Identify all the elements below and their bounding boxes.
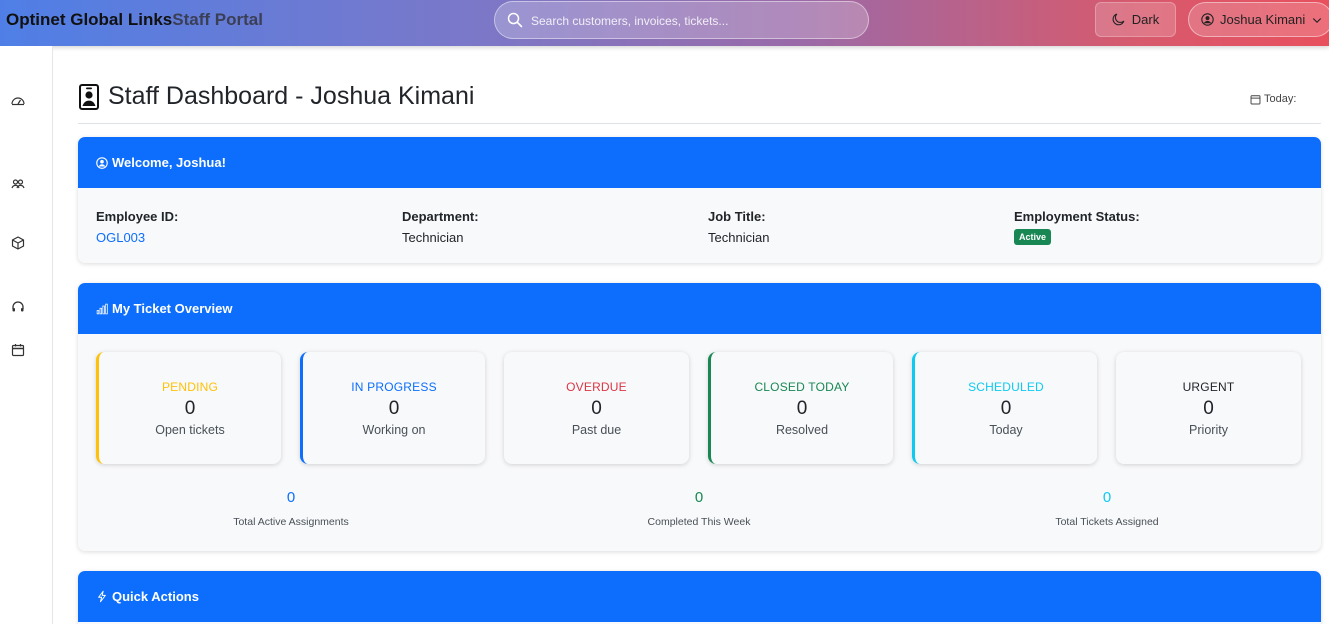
welcome-card: Welcome, Joshua! Employee ID: OGL003 Dep… bbox=[78, 137, 1321, 263]
stat-title: OVERDUE bbox=[566, 380, 627, 394]
stat-subtitle: Open tickets bbox=[155, 423, 225, 437]
headset-icon[interactable] bbox=[10, 299, 26, 315]
summary-label: Completed This Week bbox=[647, 516, 751, 528]
ticket-overview-heading: My Ticket Overview bbox=[112, 301, 233, 316]
brand-subtitle: Staff Portal bbox=[172, 10, 263, 29]
summary-value: 0 bbox=[694, 489, 704, 506]
summary-value: 0 bbox=[1102, 489, 1112, 506]
brand[interactable]: Optinet Global LinksStaff Portal bbox=[6, 10, 263, 30]
department-value: Technician bbox=[402, 230, 464, 245]
page-title: Staff Dashboard - Joshua Kimani bbox=[79, 82, 474, 111]
stat-value: 0 bbox=[184, 398, 196, 419]
search-icon bbox=[507, 12, 523, 28]
calendar-icon bbox=[1250, 94, 1261, 104]
moon-icon bbox=[1112, 13, 1125, 26]
user-circle-icon bbox=[1201, 13, 1214, 26]
job-title-label: Job Title: bbox=[708, 209, 766, 224]
stat-subtitle: Today bbox=[989, 423, 1023, 437]
stat-value: 0 bbox=[1000, 398, 1012, 419]
status-badge: Active bbox=[1014, 229, 1052, 245]
in-progress-stat-card[interactable]: IN PROGRESS 0 Working on bbox=[300, 352, 485, 464]
title-divider bbox=[78, 123, 1321, 124]
closed-today-stat-card[interactable]: CLOSED TODAY 0 Resolved bbox=[708, 352, 893, 464]
summary-value: 0 bbox=[286, 489, 296, 506]
summary-label: Total Tickets Assigned bbox=[1055, 516, 1159, 528]
employee-id-field: Employee ID: OGL003 bbox=[96, 209, 178, 245]
summary-label: Total Active Assignments bbox=[233, 516, 349, 528]
search-bar bbox=[494, 1, 869, 39]
quick-actions-heading: Quick Actions bbox=[112, 589, 199, 604]
box-icon[interactable] bbox=[10, 235, 26, 251]
top-navbar: Optinet Global LinksStaff Portal Dark Jo… bbox=[0, 0, 1329, 46]
total-tickets-assigned: 0 Total Tickets Assigned bbox=[1007, 489, 1207, 528]
chevron-down-icon bbox=[1313, 17, 1322, 23]
stat-subtitle: Priority bbox=[1189, 423, 1228, 437]
stat-title: URGENT bbox=[1182, 380, 1235, 394]
quick-actions-header: Quick Actions bbox=[78, 571, 1321, 622]
page-title-text: Staff Dashboard - Joshua Kimani bbox=[108, 82, 475, 110]
employment-status-field: Employment Status: Active bbox=[1014, 209, 1140, 245]
dark-mode-label: Dark bbox=[1131, 12, 1160, 27]
stat-subtitle: Past due bbox=[571, 423, 622, 437]
sidebar bbox=[0, 46, 53, 624]
brand-name: Optinet Global Links bbox=[6, 10, 173, 29]
stat-subtitle: Resolved bbox=[775, 423, 829, 437]
user-menu-button[interactable]: Joshua Kimani bbox=[1188, 2, 1329, 37]
person-badge-icon bbox=[79, 83, 99, 110]
user-name: Joshua Kimani bbox=[1220, 12, 1306, 27]
stat-value: 0 bbox=[591, 398, 602, 419]
calendar-icon[interactable] bbox=[10, 342, 26, 358]
job-title-field: Job Title: Technician bbox=[708, 209, 769, 245]
job-title-value: Technician bbox=[708, 230, 770, 245]
department-label: Department: bbox=[402, 209, 479, 224]
scheduled-stat-card[interactable]: SCHEDULED 0 Today bbox=[912, 352, 1097, 464]
bar-chart-icon bbox=[96, 303, 108, 314]
stat-title: PENDING bbox=[161, 380, 219, 394]
stat-title: SCHEDULED bbox=[968, 380, 1044, 394]
speedometer-icon[interactable] bbox=[10, 93, 26, 109]
employee-id-value[interactable]: OGL003 bbox=[96, 230, 178, 245]
dark-mode-button[interactable]: Dark bbox=[1095, 2, 1176, 37]
stat-value: 0 bbox=[796, 398, 808, 419]
ticket-overview-card: My Ticket Overview PENDING 0 Open ticket… bbox=[78, 283, 1321, 551]
department-field: Department: Technician bbox=[402, 209, 479, 245]
stat-value: 0 bbox=[388, 398, 400, 419]
welcome-heading: Welcome, Joshua! bbox=[112, 155, 226, 170]
employee-id-label: Employee ID: bbox=[96, 209, 179, 224]
today-date: Today: bbox=[1250, 93, 1296, 105]
urgent-stat-card[interactable]: URGENT 0 Priority bbox=[1116, 352, 1301, 464]
quick-actions-card: Quick Actions bbox=[78, 571, 1321, 624]
today-label: Today: bbox=[1264, 93, 1297, 105]
people-icon[interactable] bbox=[10, 176, 26, 192]
lightning-icon bbox=[98, 590, 106, 603]
welcome-card-header: Welcome, Joshua! bbox=[78, 137, 1321, 188]
overdue-stat-card[interactable]: OVERDUE 0 Past due bbox=[504, 352, 689, 464]
stat-title: CLOSED TODAY bbox=[754, 380, 850, 394]
user-circle-icon bbox=[96, 156, 108, 169]
pending-stat-card[interactable]: PENDING 0 Open tickets bbox=[96, 352, 281, 464]
ticket-overview-header: My Ticket Overview bbox=[78, 283, 1321, 334]
stat-subtitle: Working on bbox=[362, 423, 426, 437]
stat-title: IN PROGRESS bbox=[351, 380, 437, 394]
search-input[interactable] bbox=[531, 10, 851, 32]
employment-status-label: Employment Status: bbox=[1014, 209, 1140, 224]
total-active-assignments: 0 Total Active Assignments bbox=[191, 489, 391, 528]
completed-this-week: 0 Completed This Week bbox=[599, 489, 799, 528]
stat-value: 0 bbox=[1203, 398, 1214, 419]
